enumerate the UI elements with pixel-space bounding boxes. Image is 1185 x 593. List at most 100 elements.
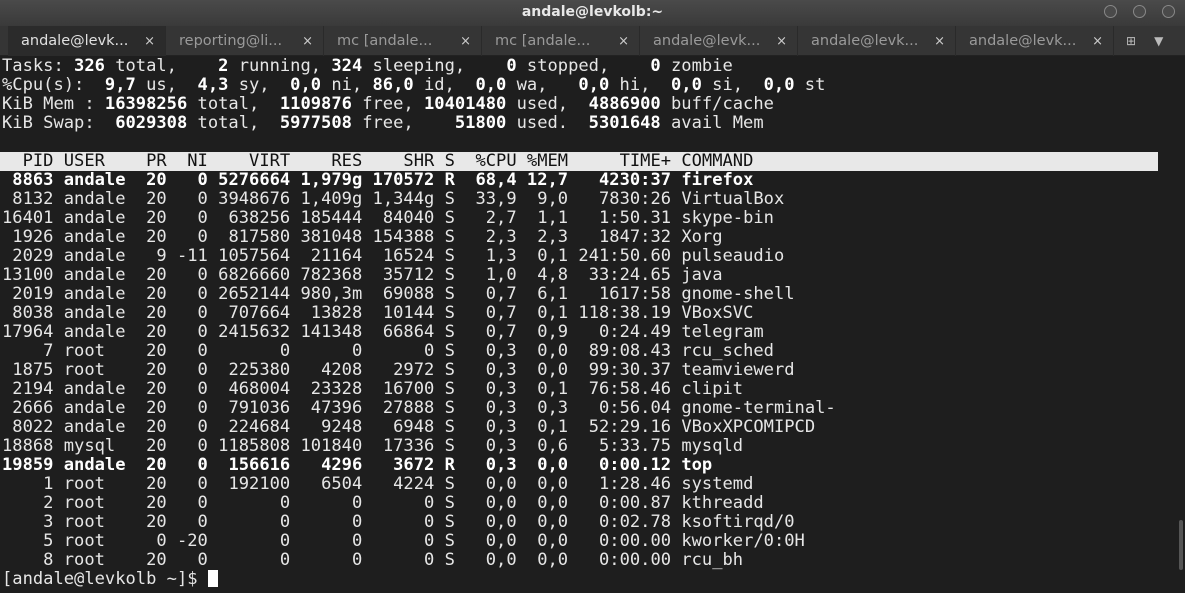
cell-cpu: 1,0 (454, 265, 517, 285)
maximize-button[interactable] (1133, 5, 1146, 18)
table-row[interactable]: 17964 andale 20 0 2415632 141348 66864 S… (2, 323, 1158, 342)
cell-cpu: 0,0 (454, 550, 517, 570)
minimize-button[interactable] (1104, 5, 1117, 18)
cell-virt: 6826660 (207, 265, 291, 285)
cell-cpu: 2,7 (454, 208, 517, 228)
table-row[interactable]: 2019 andale 20 0 2652144 980,3m 69088 S … (2, 285, 1158, 304)
cell-command: ksoftirqd/0 (671, 512, 795, 532)
cell-mem: 6,1 (516, 284, 569, 304)
table-row[interactable]: 1 root 20 0 192100 6504 4224 S 0,0 0,0 1… (2, 475, 1158, 494)
tab-menu-chevron-icon[interactable]: ▼ (1154, 34, 1163, 48)
close-tab-icon[interactable]: × (618, 34, 629, 49)
cell-pr: 20 (135, 303, 167, 323)
cell-s: S (434, 531, 455, 551)
cell-command: top (671, 455, 713, 475)
table-row[interactable]: 8022 andale 20 0 224684 9248 6948 S 0,3 … (2, 418, 1158, 437)
table-row[interactable]: 13100 andale 20 0 6826660 782368 35712 S… (2, 266, 1158, 285)
summary-segment: id, (413, 75, 476, 95)
cell-time: 0:00.87 (568, 493, 672, 513)
shell-prompt[interactable]: [andale@levkolb ~]$ (2, 570, 1158, 589)
tab-2[interactable]: reporting@li... × (166, 26, 324, 56)
summary-segment: free, (351, 94, 424, 114)
close-tab-icon[interactable]: × (460, 34, 471, 49)
cell-command: rcu_sched (671, 341, 774, 361)
table-row[interactable]: 19859 andale 20 0 156616 4296 3672 R 0,3… (2, 456, 1158, 475)
cell-pid: 16401 (2, 208, 54, 228)
table-row[interactable]: 2 root 20 0 0 0 0 S 0,0 0,0 0:00.87 kthr… (2, 494, 1158, 513)
table-row[interactable]: 8863 andale 20 0 5276664 1,979g 170572 R… (2, 171, 1158, 190)
table-row[interactable]: 16401 andale 20 0 638256 185444 84040 S … (2, 209, 1158, 228)
cell-virt: 156616 (207, 455, 291, 475)
cell-res: 101840 (290, 436, 363, 456)
cell-shr: 170572 (362, 170, 435, 190)
tab-label: andale@levk... (969, 33, 1077, 49)
cell-command: java (671, 265, 723, 285)
close-tab-icon[interactable]: × (776, 34, 787, 49)
close-tab-icon[interactable]: × (302, 34, 313, 49)
cell-shr: 16700 (362, 379, 435, 399)
cell-s: S (434, 189, 455, 209)
cell-ni: 0 (166, 436, 208, 456)
close-tab-icon[interactable]: × (1092, 34, 1103, 49)
cell-virt: 638256 (207, 208, 291, 228)
cell-time: 99:30.37 (568, 360, 672, 380)
cell-time: 1847:32 (568, 227, 672, 247)
cell-s: S (434, 512, 455, 532)
summary-segment: 4,3 (197, 75, 229, 95)
tab-label: mc [andale... (337, 33, 433, 49)
cell-virt: 468004 (207, 379, 291, 399)
tab-6[interactable]: andale@levk... × (798, 26, 956, 56)
column-header-shr: SHR (362, 151, 435, 171)
table-row[interactable]: 2029 andale 9 -11 1057564 21164 16524 S … (2, 247, 1158, 266)
summary-line: %Cpu(s): 9,7 us, 4,3 sy, 0,0 ni, 86,0 id… (2, 76, 1158, 95)
table-row[interactable]: 5 root 0 -20 0 0 0 S 0,0 0,0 0:00.00 kwo… (2, 532, 1158, 551)
cell-time: 0:02.78 (568, 512, 672, 532)
close-tab-icon[interactable]: × (144, 34, 155, 49)
cell-command: skype-bin (671, 208, 774, 228)
table-row[interactable]: 8 root 20 0 0 0 0 S 0,0 0,0 0:00.00 rcu_… (2, 551, 1158, 570)
tab-4[interactable]: mc [andale... × (482, 26, 640, 56)
cell-user: andale (53, 303, 136, 323)
summary-line: KiB Mem : 16398256 total, 1109876 free, … (2, 95, 1158, 114)
cell-pr: 20 (135, 417, 167, 437)
tab-1[interactable]: andale@levk... × (8, 26, 166, 56)
table-row[interactable]: 7 root 20 0 0 0 0 S 0,3 0,0 89:08.43 rcu… (2, 342, 1158, 361)
cell-user: andale (53, 246, 136, 266)
table-row[interactable]: 1926 andale 20 0 817580 381048 154388 S … (2, 228, 1158, 247)
table-row[interactable]: 8132 andale 20 0 3948676 1,409g 1,344g S… (2, 190, 1158, 209)
close-button[interactable] (1162, 5, 1175, 18)
table-row[interactable]: 2194 andale 20 0 468004 23328 16700 S 0,… (2, 380, 1158, 399)
cell-user: andale (53, 189, 136, 209)
table-row[interactable]: 3 root 20 0 0 0 0 S 0,0 0,0 0:02.78 ksof… (2, 513, 1158, 532)
cell-pid: 2019 (2, 284, 54, 304)
tab-7[interactable]: andale@levk... × (956, 26, 1114, 56)
table-row[interactable]: 2666 andale 20 0 791036 47396 27888 S 0,… (2, 399, 1158, 418)
tab-label: andale@levk... (21, 33, 129, 49)
cell-res: 141348 (290, 322, 363, 342)
tab-label: andale@levk... (653, 33, 761, 49)
cell-user: andale (53, 455, 136, 475)
table-row[interactable]: 1875 root 20 0 225380 4208 2972 S 0,3 0,… (2, 361, 1158, 380)
terminal-output[interactable]: Tasks: 326 total, 2 running, 324 sleepin… (0, 57, 1158, 589)
cell-mem: 9,0 (516, 189, 569, 209)
new-tab-icon[interactable]: ⊞ (1126, 34, 1136, 48)
table-row[interactable]: 18868 mysql 20 0 1185808 101840 17336 S … (2, 437, 1158, 456)
cell-s: S (434, 303, 455, 323)
cell-user: root (53, 474, 136, 494)
tab-5[interactable]: andale@levk... × (640, 26, 798, 56)
window-title: andale@levkolb:~ (521, 4, 664, 20)
cell-mem: 1,1 (516, 208, 569, 228)
tab-3[interactable]: mc [andale... × (324, 26, 482, 56)
cell-res: 13828 (290, 303, 363, 323)
table-row[interactable]: 8038 andale 20 0 707664 13828 10144 S 0,… (2, 304, 1158, 323)
cell-virt: 1057564 (207, 246, 291, 266)
close-tab-icon[interactable]: × (934, 34, 945, 49)
cell-mem: 4,8 (516, 265, 569, 285)
table-header: PID USER PR NI VIRT RES SHR S %CPU %MEM … (0, 152, 1158, 171)
cell-shr: 0 (362, 512, 435, 532)
cell-ni: 0 (166, 284, 208, 304)
scrollbar[interactable] (1179, 520, 1183, 570)
cell-shr: 69088 (362, 284, 435, 304)
cell-shr: 6948 (362, 417, 435, 437)
